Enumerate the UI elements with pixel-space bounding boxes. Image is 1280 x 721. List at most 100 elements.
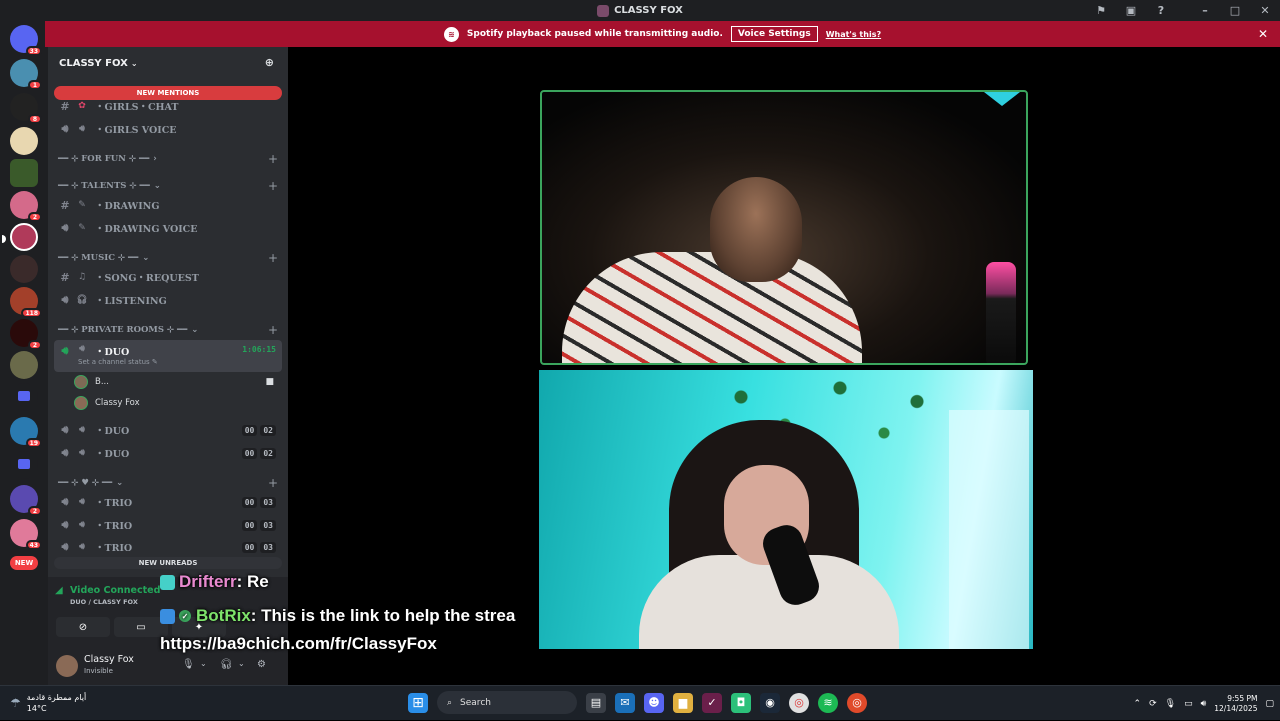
add-channel-icon[interactable]: +	[268, 476, 278, 490]
user-name[interactable]: Classy Fox	[84, 654, 134, 665]
channel-status-text: Set a channel status	[78, 358, 150, 366]
channel-drawing[interactable]: # ✎ ・DRAWING	[54, 195, 282, 215]
channel-label: ・DRAWING	[95, 201, 160, 212]
guild-name: CLASSY FOX	[59, 57, 128, 69]
discord-icon[interactable]: ☻	[644, 692, 664, 713]
voice-channel-path[interactable]: DUO / CLASSY FOX	[70, 598, 138, 606]
chevron-up-icon[interactable]: ⌃	[1134, 699, 1142, 709]
avatar[interactable]	[56, 655, 78, 677]
weather-widget[interactable]: ☂ أيام ممطرة قادمة 14°C	[10, 692, 86, 714]
outlook-icon[interactable]: ✉	[615, 692, 635, 713]
channel-listening[interactable]: 🔊︎ 🎧︎ ・LISTENING	[54, 290, 282, 310]
notifications-icon[interactable]: ▢	[1265, 699, 1274, 709]
user-count: 00	[241, 519, 258, 531]
server-icon[interactable]: 2	[10, 319, 42, 350]
close-notice-icon[interactable]: ✕	[1258, 27, 1268, 41]
sync-icon[interactable]: ⟳	[1149, 699, 1157, 709]
maximize-button[interactable]: □	[1220, 4, 1250, 17]
channel-drawing-voice[interactable]: 🔊︎ ✎ ・DRAWING VOICE	[54, 218, 282, 238]
add-channel-icon[interactable]: +	[268, 323, 278, 337]
channel-status[interactable]: Set a channel status ✎	[78, 358, 158, 366]
signal-icon[interactable]: ◢	[55, 585, 63, 596]
start-button[interactable]: ⊞	[408, 692, 428, 713]
category-heart[interactable]: ━━ ⊹ ♥ ⊹ ━━ ⌄ +	[58, 476, 278, 490]
headphones-icon[interactable]: 🎧︎	[220, 659, 233, 670]
chevron-down-icon[interactable]: ⌄	[200, 659, 207, 668]
server-icon[interactable]: 8	[10, 93, 42, 124]
invite-people-icon[interactable]: ⊕	[265, 56, 274, 69]
channel-duo[interactable]: 🔊︎ 🔊︎ ・DUO 00 02	[54, 420, 282, 440]
add-channel-icon[interactable]: +	[268, 179, 278, 193]
channel-trio[interactable]: 🔊︎ 🔊︎ ・TRIO 00 03	[54, 515, 282, 535]
network-icon[interactable]: ▭	[1184, 699, 1193, 709]
category-private-rooms[interactable]: ━━ ⊹ PRIVATE ROOMS ⊹ ━━ ⌄ +	[58, 323, 278, 337]
speaker-icon: 🔊︎	[79, 425, 85, 435]
background-window	[949, 410, 1029, 649]
channel-duo-active[interactable]: 🔊︎ 🔊︎ ・DUO 1:06:15 Set a channel status …	[54, 340, 282, 372]
voice-settings-button[interactable]: Voice Settings	[730, 26, 818, 42]
user-limit: 00 03	[241, 519, 276, 531]
channel-girls-chat[interactable]: # ✿ ・GIRLS・CHAT	[54, 96, 282, 116]
server-icon[interactable]	[10, 159, 38, 187]
app-icon[interactable]: ✓	[702, 692, 722, 713]
camera-off-button[interactable]: ⊘	[56, 617, 110, 637]
file-explorer-icon[interactable]: ▆	[673, 692, 693, 713]
video-tile-speaking[interactable]	[540, 90, 1028, 365]
app-icon[interactable]: ◘	[731, 692, 751, 713]
add-channel-icon[interactable]: +	[268, 251, 278, 265]
gear-icon[interactable]: ⚙	[257, 659, 266, 670]
clock-time: 9:55 PM	[1227, 693, 1258, 703]
category-for-fun[interactable]: ━━ ⊹ FOR FUN ⊹ ━━ › +	[58, 152, 278, 166]
server-icon[interactable]: 118	[10, 287, 42, 318]
guild-header[interactable]: CLASSY FOX ⌄ ⊕	[48, 47, 288, 79]
video-tile[interactable]	[539, 370, 1033, 649]
chevron-down-icon: ⌄	[130, 58, 138, 68]
chrome-icon[interactable]: ◎	[847, 692, 867, 713]
video-subject-hoodie	[562, 252, 862, 363]
channel-song-request[interactable]: # ♫ ・SONG・REQUEST	[54, 267, 282, 287]
chrome-icon[interactable]: ◎	[789, 692, 809, 713]
channel-trio[interactable]: 🔊︎ 🔊︎ ・TRIO 00 03	[54, 492, 282, 512]
minimize-button[interactable]: –	[1190, 4, 1220, 17]
active-server-icon[interactable]	[2, 223, 38, 251]
steam-icon[interactable]: ◉	[760, 692, 780, 713]
taskbar-search[interactable]: ⌕ Search	[437, 691, 577, 714]
new-unreads-pill[interactable]: NEW UNREADS	[54, 557, 282, 569]
server-icon[interactable]: 2	[10, 485, 42, 516]
channel-trio[interactable]: 🔊︎ 🔊︎ ・TRIO 00 03	[54, 537, 282, 557]
server-icon[interactable]	[10, 351, 38, 379]
chevron-down-icon[interactable]: ⌄	[238, 659, 245, 668]
voice-status[interactable]: Video Connected	[70, 585, 160, 596]
server-icon[interactable]: 19	[10, 417, 42, 448]
user-count: 00	[241, 496, 258, 508]
channel-duo[interactable]: 🔊︎ 🔊︎ ・DUO 00 02	[54, 443, 282, 463]
new-servers-pill[interactable]: NEW	[10, 556, 38, 570]
category-talents[interactable]: ━━ ⊹ TALENTS ⊹ ━━ ⌄ +	[58, 179, 278, 193]
voice-member[interactable]: B... ■	[74, 372, 274, 392]
task-view-icon[interactable]: ▤	[586, 692, 606, 713]
user-limit-count: 02	[260, 447, 276, 459]
folder-icon[interactable]	[10, 383, 38, 411]
inbox-icon[interactable]: ▣	[1116, 4, 1146, 17]
add-channel-icon[interactable]: +	[268, 152, 278, 166]
folder-icon[interactable]	[10, 451, 38, 479]
direct-messages-icon[interactable]: 33	[10, 25, 42, 56]
channel-girls-voice[interactable]: 🔊︎ 🔊︎ ・GIRLS VOICE	[54, 119, 282, 139]
collapse-chevron-icon[interactable]	[984, 92, 1020, 106]
server-icon[interactable]	[10, 127, 38, 155]
server-icon[interactable]	[10, 255, 38, 283]
microphone-icon[interactable]: 🎙︎	[182, 659, 195, 670]
inbox-flag-icon[interactable]: ⚑	[1086, 4, 1116, 17]
voice-member[interactable]: Classy Fox	[74, 393, 274, 413]
help-icon[interactable]: ?	[1146, 4, 1176, 17]
volume-icon[interactable]: 🔊︎	[1201, 699, 1207, 709]
server-icon[interactable]: 43	[10, 519, 42, 550]
microphone-icon[interactable]: 🎙︎	[1165, 699, 1176, 709]
spotify-icon[interactable]: ≋	[818, 692, 838, 713]
server-icon[interactable]: 1	[10, 59, 42, 90]
close-window-button[interactable]: ✕	[1250, 4, 1280, 17]
whats-this-link[interactable]: What's this?	[826, 30, 881, 39]
clock[interactable]: 9:55 PM 12/14/2025	[1214, 694, 1257, 714]
server-icon[interactable]: 2	[10, 191, 42, 222]
category-music[interactable]: ━━ ⊹ MUSIC ⊹ ━━ ⌄ +	[58, 251, 278, 265]
